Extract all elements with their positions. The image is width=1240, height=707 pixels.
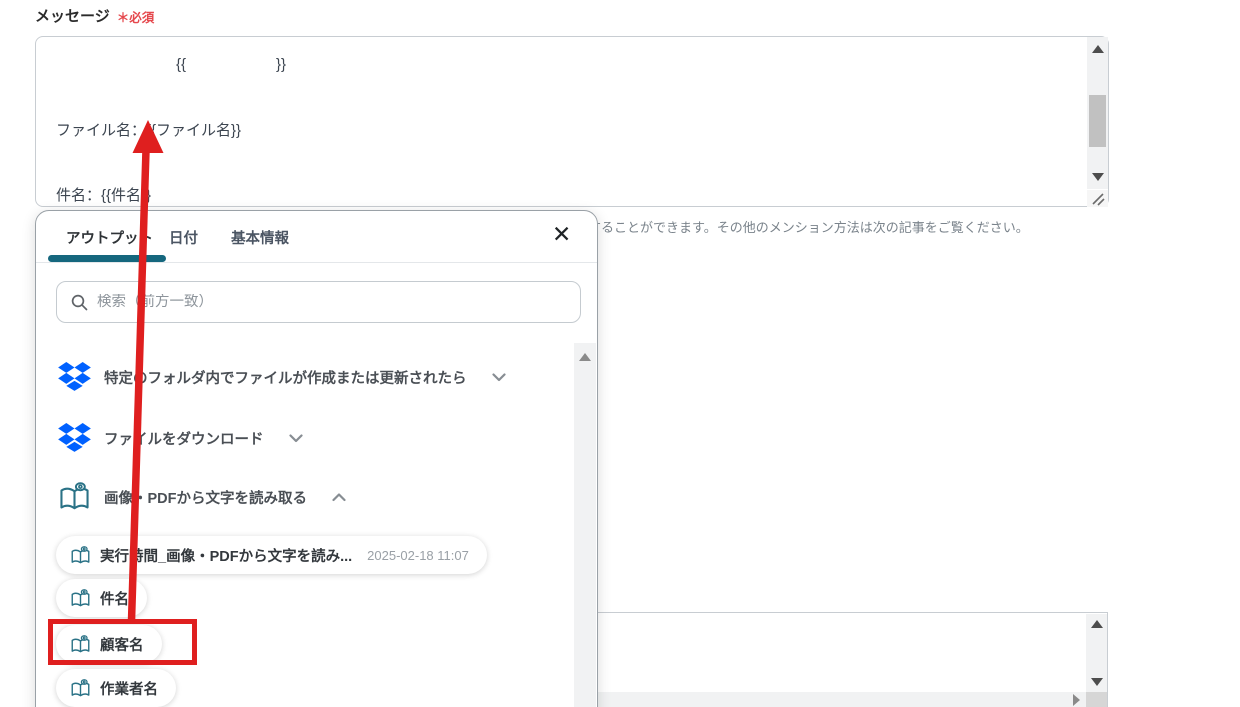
- resize-grip-icon: [1092, 193, 1105, 206]
- ocr-book-icon: [71, 545, 90, 563]
- group-row-ocr[interactable]: 画像・PDFから文字を読み取る: [58, 480, 346, 514]
- group-label: ファイルをダウンロード: [104, 431, 264, 448]
- message-textarea[interactable]: {{ }} ファイル名：{{ファイル名}} 件名：{{件名}} 顧客名：{{顧客…: [35, 36, 1109, 207]
- search-box[interactable]: [56, 281, 581, 323]
- tab-output[interactable]: アウトプット: [66, 227, 153, 248]
- scroll-up-icon[interactable]: [1090, 620, 1103, 628]
- chevron-down-icon[interactable]: [288, 433, 303, 443]
- tab-basic-info[interactable]: 基本情報: [231, 227, 289, 248]
- group-label: 特定のフォルダ内でファイルが作成または更新されたら: [104, 370, 467, 387]
- ocr-book-icon: [71, 588, 90, 606]
- close-icon[interactable]: ✕: [552, 223, 571, 246]
- output-chip-worker-name[interactable]: 作業者名: [56, 669, 176, 707]
- field-label-row: メッセージ ＊必須: [35, 5, 154, 26]
- group-row-folder-trigger[interactable]: 特定のフォルダ内でファイルが作成または更新されたら: [58, 360, 506, 394]
- message-line-clipped: {{ }}: [56, 56, 287, 73]
- scroll-down-icon[interactable]: [1091, 173, 1104, 181]
- ocr-book-icon: [71, 634, 90, 652]
- secondary-textarea-scrollbar[interactable]: [1086, 614, 1107, 692]
- scroll-up-icon[interactable]: [1091, 45, 1104, 53]
- scroll-up-icon[interactable]: [579, 353, 591, 361]
- editor-scrollbar[interactable]: [1087, 37, 1108, 189]
- field-label: メッセージ: [35, 8, 110, 25]
- scroll-right-icon[interactable]: [1073, 693, 1080, 706]
- chip-label: 作業者名: [100, 681, 158, 698]
- search-icon: [71, 294, 88, 310]
- ocr-book-icon: [71, 678, 90, 696]
- output-chip-exec-time[interactable]: 実行時間_画像・PDFから文字を読み... 2025-02-18 11:07: [56, 536, 487, 574]
- chevron-up-icon[interactable]: [332, 492, 346, 502]
- group-row-download-file[interactable]: ファイルをダウンロード: [58, 421, 303, 455]
- textarea-resize-grip[interactable]: [1087, 190, 1108, 207]
- message-line: 件名：{{件名}}: [56, 187, 152, 204]
- search-input[interactable]: [97, 294, 566, 310]
- chip-timestamp: 2025-02-18 11:07: [367, 547, 469, 563]
- chevron-down-icon[interactable]: [491, 372, 506, 382]
- dropbox-icon: [58, 362, 91, 391]
- popup-tabbar: アウトプット 日付 基本情報 ✕: [36, 211, 597, 263]
- editor-scrollbar-thumb[interactable]: [1089, 95, 1106, 147]
- mention-helper-text: することができます。その他のメンション方法は次の記事をご覧ください。: [588, 220, 1029, 235]
- message-line: ファイル名：{{ファイル名}}: [56, 121, 242, 139]
- dropbox-icon: [58, 423, 91, 452]
- popup-scrollbar[interactable]: [574, 343, 596, 707]
- ocr-book-icon: [60, 482, 89, 510]
- output-picker-popup: アウトプット 日付 基本情報 ✕ 特定のフォルダ内でファイルが作成または更新され…: [35, 210, 598, 707]
- page: メッセージ ＊必須 {{ }} ファイル名：{{ファイル名}} 件名：{{件名}…: [0, 0, 1240, 707]
- chip-label: 件名: [100, 591, 129, 608]
- output-chip-subject[interactable]: 件名: [56, 579, 147, 617]
- active-tab-underline: [48, 255, 166, 262]
- message-text: {{ }} ファイル名：{{ファイル名}} 件名：{{件名}} 顧客名：{{顧客…: [36, 37, 1108, 206]
- required-badge: ＊必須: [116, 11, 155, 25]
- chip-label: 顧客名: [100, 637, 144, 654]
- group-label: 画像・PDFから文字を読み取る: [104, 490, 307, 507]
- tab-date[interactable]: 日付: [169, 227, 198, 248]
- chip-label: 実行時間_画像・PDFから文字を読み...: [100, 548, 353, 565]
- output-chip-customer-name[interactable]: 顧客名: [56, 625, 162, 663]
- scroll-down-icon[interactable]: [1090, 678, 1103, 686]
- secondary-textarea-hscrollbar[interactable]: [561, 692, 1086, 707]
- scrollbar-corner: [1086, 692, 1107, 707]
